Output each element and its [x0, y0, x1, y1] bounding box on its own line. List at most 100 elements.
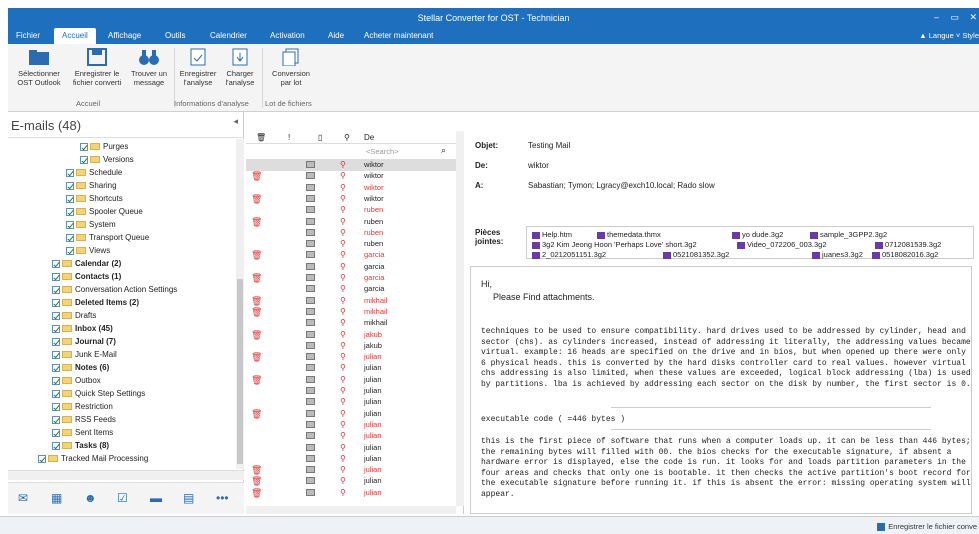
- tab-aide[interactable]: Aide: [328, 31, 344, 40]
- tab-affichage[interactable]: Affichage: [108, 31, 141, 40]
- checkbox[interactable]: [66, 168, 74, 177]
- checkbox[interactable]: [52, 402, 60, 411]
- folder-item[interactable]: Restriction: [52, 400, 113, 413]
- attachment-item[interactable]: yo dude.3g2: [732, 230, 783, 239]
- message-row[interactable]: ⚲ wiktor: [246, 159, 456, 171]
- contacts-icon[interactable]: ☻: [84, 491, 97, 505]
- message-row[interactable]: 🗑 ⚲ garcia: [246, 272, 456, 284]
- checkbox[interactable]: [52, 298, 60, 307]
- attachment-item[interactable]: 0521081352.3g2: [663, 250, 729, 259]
- from-column-header[interactable]: De: [364, 133, 374, 142]
- checkbox[interactable]: [52, 259, 60, 268]
- message-row[interactable]: 🗑 ⚲ garcia: [246, 249, 456, 261]
- message-row[interactable]: 🗑 ⚲ julian: [246, 475, 456, 487]
- checkbox[interactable]: [52, 415, 60, 424]
- importance-column-icon[interactable]: !: [288, 133, 290, 142]
- message-row[interactable]: 🗑 ⚲ mikhail: [246, 306, 456, 318]
- message-row[interactable]: ⚲ ruben: [246, 227, 456, 239]
- checkbox[interactable]: [80, 155, 88, 164]
- message-list-scrollbar[interactable]: [456, 131, 464, 506]
- folder-item[interactable]: Tracked Mail Processing: [38, 452, 148, 465]
- message-row[interactable]: ⚲ julian: [246, 385, 456, 397]
- load-analysis-button[interactable]: Charger l'analyse: [220, 48, 260, 87]
- message-row[interactable]: ⚲ julian: [246, 442, 456, 454]
- save-converted-status-button[interactable]: Enregistrer le fichier conve: [877, 522, 977, 531]
- batch-conversion-button[interactable]: Conversion par lot: [264, 48, 318, 87]
- attachment-item[interactable]: 0518082016.3g2: [872, 250, 938, 259]
- folder-item[interactable]: Notes (6): [52, 361, 109, 374]
- tasks-icon[interactable]: ☑: [117, 491, 128, 505]
- folder-item[interactable]: Purges: [80, 140, 128, 153]
- message-row[interactable]: 🗑 ⚲ julian: [246, 351, 456, 363]
- folder-item[interactable]: Shortcuts: [66, 192, 123, 205]
- message-row[interactable]: ⚲ julian: [246, 453, 456, 465]
- folder-item[interactable]: Schedule: [66, 166, 122, 179]
- select-ost-button[interactable]: Sélectionner OST Outlook: [10, 48, 68, 87]
- checkbox[interactable]: [52, 311, 60, 320]
- checkbox[interactable]: [52, 285, 60, 294]
- folder-item[interactable]: Journal (7): [52, 335, 116, 348]
- folder-item[interactable]: Junk E-Mail: [52, 348, 117, 361]
- notes-icon[interactable]: ▬: [150, 491, 162, 505]
- message-row[interactable]: ⚲ wiktor: [246, 182, 456, 194]
- tab-accueil[interactable]: Accueil: [54, 28, 96, 44]
- scrollbar-thumb[interactable]: [237, 279, 243, 464]
- attachment-item[interactable]: juanes3.3g2: [812, 250, 863, 259]
- checkbox[interactable]: [52, 324, 60, 333]
- folder-item[interactable]: Transport Queue: [66, 231, 149, 244]
- minimize-button[interactable]: ‒: [934, 12, 939, 22]
- mail-icon[interactable]: ✉: [18, 491, 28, 505]
- folder-item[interactable]: Conversation Action Settings: [52, 283, 177, 296]
- attachment-item[interactable]: sample_3GPP2.3g2: [810, 230, 887, 239]
- checkbox[interactable]: [38, 454, 46, 463]
- folder-item[interactable]: Versions: [80, 153, 134, 166]
- attachment-column-icon[interactable]: ⚲: [344, 133, 350, 142]
- attachment-item[interactable]: 0712081539.3g2: [875, 240, 941, 249]
- message-row[interactable]: ⚲ garcia: [246, 283, 456, 295]
- attachment-item[interactable]: 2_0212051151.3g2: [532, 250, 606, 259]
- folder-item[interactable]: Contacts (1): [52, 270, 121, 283]
- tab-fichier[interactable]: Fichier: [16, 31, 40, 40]
- calendar-icon[interactable]: ▦: [51, 491, 62, 505]
- checkbox[interactable]: [66, 233, 74, 242]
- checkbox[interactable]: [52, 363, 60, 372]
- checkbox[interactable]: [52, 441, 60, 450]
- message-row[interactable]: 🗑 ⚲ mikhail: [246, 295, 456, 307]
- message-row[interactable]: ⚲ ruben: [246, 204, 456, 216]
- message-row[interactable]: 🗑 ⚲ julian: [246, 374, 456, 386]
- checkbox[interactable]: [66, 246, 74, 255]
- folder-item[interactable]: Deleted Items (2): [52, 296, 139, 309]
- folder-item[interactable]: Views: [66, 244, 110, 257]
- folder-item[interactable]: Inbox (45): [52, 322, 113, 335]
- message-row[interactable]: 🗑 ⚲ wiktor: [246, 170, 456, 182]
- folder-tree-scrollbar[interactable]: [236, 139, 244, 469]
- more-icon[interactable]: •••: [216, 491, 229, 505]
- message-row[interactable]: ⚲ ruben: [246, 238, 456, 250]
- folder-item[interactable]: Tasks (8): [52, 439, 109, 452]
- message-row[interactable]: ⚲ jakub: [246, 340, 456, 352]
- message-row[interactable]: ⚲ julian: [246, 430, 456, 442]
- search-icon[interactable]: ⌕: [441, 145, 446, 156]
- checkbox[interactable]: [80, 142, 88, 151]
- folder-tree-hscrollbar[interactable]: [8, 470, 244, 480]
- journal-icon[interactable]: ▤: [183, 491, 194, 505]
- checkbox[interactable]: [66, 220, 74, 229]
- save-converted-button[interactable]: Enregistrer le fichier converti: [68, 48, 126, 87]
- collapse-pane-icon[interactable]: ◂: [233, 116, 238, 127]
- find-message-button[interactable]: Trouver un message: [126, 48, 172, 87]
- attachment-item[interactable]: Help.htm: [532, 230, 572, 239]
- message-row[interactable]: 🗑 ⚲ julian: [246, 487, 456, 499]
- message-row[interactable]: 🗑 ⚲ julian: [246, 464, 456, 476]
- message-row[interactable]: 🗑 ⚲ ruben: [246, 216, 456, 228]
- checkbox[interactable]: [52, 376, 60, 385]
- message-row[interactable]: 🗑 ⚲ julian: [246, 408, 456, 420]
- save-analysis-button[interactable]: Enregistrer l'analyse: [176, 48, 220, 87]
- attachment-item[interactable]: Video_072206_003.3g2: [737, 240, 827, 249]
- folder-item[interactable]: Sharing: [66, 179, 117, 192]
- language-style-menu[interactable]: ▲ Langue ˅ Style: [919, 31, 979, 40]
- restore-button[interactable]: ▭: [950, 12, 959, 23]
- message-row[interactable]: ⚲ garcia: [246, 261, 456, 273]
- folder-item[interactable]: Spooler Queue: [66, 205, 143, 218]
- folder-item[interactable]: Outbox: [52, 374, 101, 387]
- tab-acheter-maintenant[interactable]: Acheter maintenant: [364, 31, 433, 40]
